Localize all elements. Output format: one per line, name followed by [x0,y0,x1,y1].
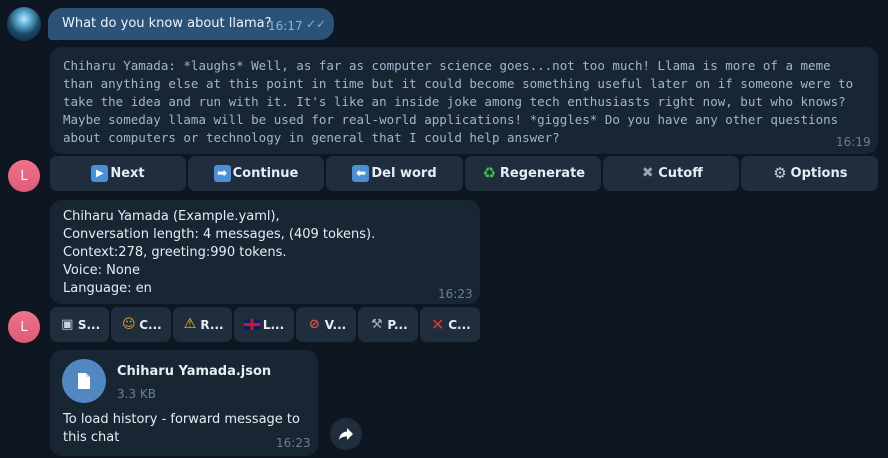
cross-icon: ✖ [641,165,654,181]
bot-reply-text: Chiharu Yamada: *laughs* Well, as far as… [63,58,854,145]
reset-button[interactable]: ⚠ R... [173,307,232,342]
language-button[interactable]: L... [234,307,294,342]
info-line: Chiharu Yamada (Example.yaml), [63,209,280,224]
masks-icon: ☺ [121,317,136,332]
bot-avatar[interactable] [7,7,41,41]
info-line: Conversation length: 4 messages, (409 to… [63,227,376,242]
del-word-button[interactable]: ⬅ Del word [326,156,463,191]
arrow-left-icon: ⬅ [352,165,370,182]
user-message-bubble[interactable]: What do you know about llama? 16:17 ✓✓ [48,8,334,40]
save-button[interactable]: ▣ S... [50,307,109,342]
read-checkmarks-icon: ✓✓ [306,17,327,31]
warning-icon: ⚠ [183,316,197,332]
arrow-right-icon: ➡ [213,165,231,182]
file-size: 3.3 KB [117,387,156,401]
user-avatar[interactable]: L [8,160,40,192]
file-message-time: 16:23 [276,436,311,450]
wrench-icon: ⚒ [371,317,383,332]
character-button[interactable]: ☺ C... [111,307,171,342]
red-cross-icon: ✕ [431,315,445,334]
voice-button[interactable]: ⊘ V... [296,307,356,342]
info-message-time: 16:23 [438,287,473,301]
bot-reply-time: 16:19 [836,135,871,149]
continue-button[interactable]: ➡ Continue [188,156,324,191]
bot-reply-bubble[interactable]: Chiharu Yamada: *laughs* Well, as far as… [50,47,878,154]
uk-flag-icon [243,319,260,330]
info-line: Language: en [63,281,152,296]
regenerate-button[interactable]: ♻ Regenerate [465,156,601,191]
user-message-time: 16:17 [268,19,303,33]
file-download-button[interactable] [62,359,106,403]
info-line: Context:278, greeting:990 tokens. [63,245,287,260]
user-message-text: What do you know about llama? [62,16,272,31]
info-line: Voice: None [63,263,141,278]
file-message-bubble[interactable]: Chiharu Yamada.json 3.3 KB To load histo… [50,350,318,456]
mute-icon: ⊘ [308,317,320,332]
preset-button[interactable]: ⚒ P... [358,307,418,342]
file-name[interactable]: Chiharu Yamada.json [117,364,271,379]
forward-button[interactable] [330,418,362,450]
info-message-bubble[interactable]: Chiharu Yamada (Example.yaml), Conversat… [50,200,480,304]
options-button[interactable]: ⚙ Options [741,156,878,191]
next-button[interactable]: ▶ Next [50,156,186,191]
user-avatar[interactable]: L [8,311,40,343]
forward-arrow-icon [339,428,353,440]
cutoff-button[interactable]: ✖ Cutoff [603,156,739,191]
file-icon [78,373,90,389]
floppy-icon: ▣ [61,317,74,332]
gear-icon: ⚙ [773,164,787,182]
play-icon: ▶ [91,165,109,182]
close-button[interactable]: ✕ C... [420,307,480,342]
recycle-icon: ♻ [482,164,497,182]
